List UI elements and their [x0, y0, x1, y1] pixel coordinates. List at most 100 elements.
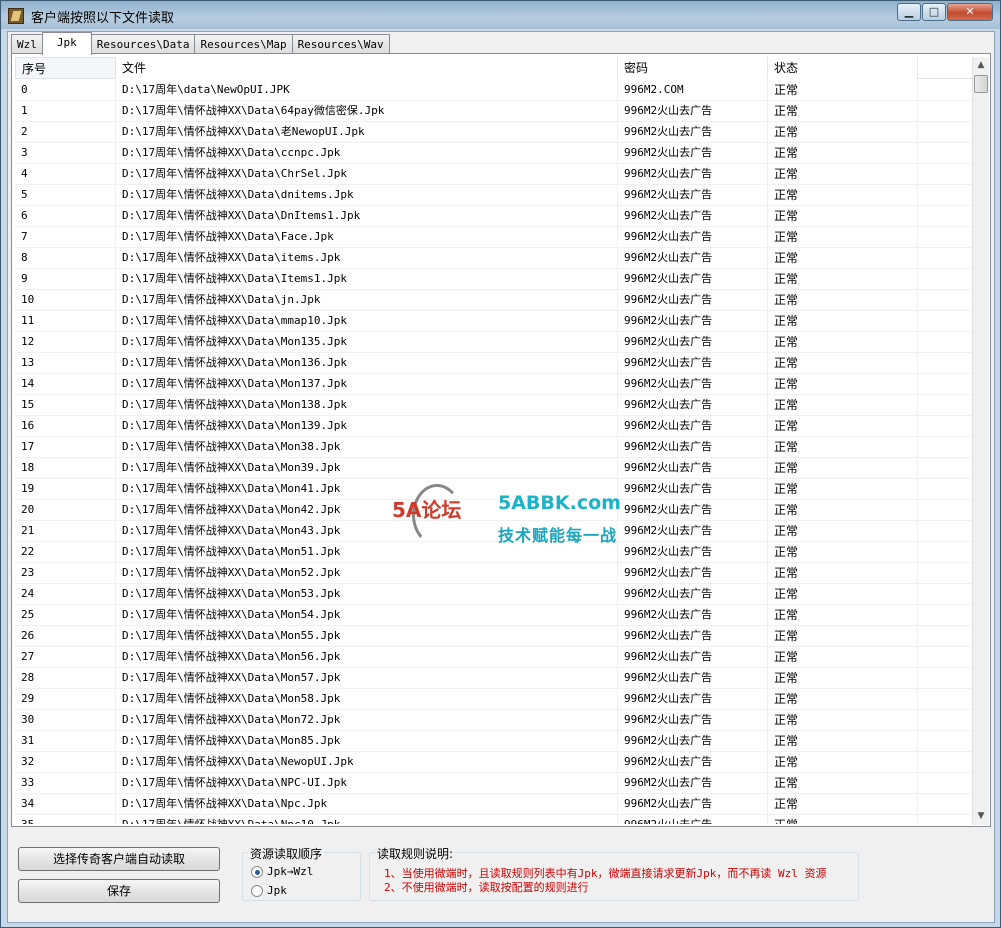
column-header-index[interactable]: 序号	[15, 57, 116, 79]
table-row[interactable]: 3 D:\17周年\情怀战神XX\Data\ccnpc.Jpk 996M2火山去广告…	[15, 143, 975, 164]
table-row[interactable]: 31 D:\17周年\情怀战神XX\Data\Mon85.Jpk 996M2火山去广…	[15, 731, 975, 752]
table-row[interactable]: 35D:\17周年\情怀战神XX\Data\Npc10.Jpk996M2火山去广…	[15, 815, 975, 824]
column-header-file[interactable]: 文件	[116, 57, 618, 79]
cell-password: 996M2火山去广告	[618, 479, 768, 500]
table-row[interactable]: 26 D:\17周年\情怀战神XX\Data\Mon55.Jpk 996M2火山去广…	[15, 626, 975, 647]
table-row[interactable]: 5 D:\17周年\情怀战神XX\Data\dnitems.Jpk 996M2火山去…	[15, 185, 975, 206]
cell-file: D:\17周年\情怀战神XX\Data\Npc10.Jpk	[116, 815, 618, 824]
radio-selected-icon[interactable]	[251, 865, 263, 878]
order-option-jpk-wzl[interactable]: Jpk→Wzl	[251, 865, 313, 878]
minimize-button[interactable]: ▁	[897, 3, 921, 21]
cell-file: D:\17周年\情怀战神XX\Data\Mon137.Jpk	[116, 374, 618, 395]
table-row[interactable]: 7 D:\17周年\情怀战神XX\Data\Face.Jpk 996M2火山去广告正…	[15, 227, 975, 248]
table-row[interactable]: 24 D:\17周年\情怀战神XX\Data\Mon53.Jpk 996M2火山去广…	[15, 584, 975, 605]
table-row[interactable]: 10 D:\17周年\情怀战神XX\Data\jn.Jpk 996M2火山去广告 正常	[15, 290, 975, 311]
cell-file: D:\17周年\情怀战神XX\Data\NewopUI.Jpk	[116, 752, 618, 773]
tab-resources-wav[interactable]: Resources\Wav	[291, 34, 390, 54]
table-row[interactable]: 2 D:\17周年\情怀战神XX\Data\老NewopUI.Jpk 996M2火山…	[15, 122, 975, 143]
column-header-status[interactable]: 状态	[768, 57, 918, 79]
cell-password: 996M2火山去广告	[618, 563, 768, 584]
auto-read-button[interactable]: 选择传奇客户端自动读取	[18, 847, 220, 871]
cell-password: 996M2火山去广告	[618, 752, 768, 773]
cell-index: 33	[15, 773, 116, 794]
table-row[interactable]: 29 D:\17周年\情怀战神XX\Data\Mon58.Jpk 996M2火山去广…	[15, 689, 975, 710]
table-row[interactable]: 30 D:\17周年\情怀战神XX\Data\Mon72.Jpk 996M2火山去广…	[15, 710, 975, 731]
table-row[interactable]: 34 D:\17周年\情怀战神XX\Data\Npc.Jpk 996M2火山去广告正…	[15, 794, 975, 815]
table-row[interactable]: 21 D:\17周年\情怀战神XX\Data\Mon43.Jpk 996M2火山去广…	[15, 521, 975, 542]
table-row[interactable]: 17 D:\17周年\情怀战神XX\Data\Mon38.Jpk 996M2火山去广…	[15, 437, 975, 458]
table-row[interactable]: 9 D:\17周年\情怀战神XX\Data\Items1.Jpk 996M2火山去广…	[15, 269, 975, 290]
table-row[interactable]: 27 D:\17周年\情怀战神XX\Data\Mon56.Jpk 996M2火山去广…	[15, 647, 975, 668]
cell-password: 996M2火山去广告	[618, 206, 768, 227]
table-row[interactable]: 4 D:\17周年\情怀战神XX\Data\ChrSel.Jpk 996M2火山去广…	[15, 164, 975, 185]
cell-status: 正常	[768, 794, 918, 815]
maximize-button[interactable]: □	[922, 3, 946, 21]
tab-resources-map[interactable]: Resources\Map	[194, 34, 293, 54]
cell-file: D:\17周年\情怀战神XX\Data\Mon42.Jpk	[116, 500, 618, 521]
table-row[interactable]: 8 D:\17周年\情怀战神XX\Data\items.Jpk 996M2火山去广告…	[15, 248, 975, 269]
table-row[interactable]: 28 D:\17周年\情怀战神XX\Data\Mon57.Jpk 996M2火山去广…	[15, 668, 975, 689]
table-row[interactable]: 33 D:\17周年\情怀战神XX\Data\NPC-UI.Jpk 996M2火山去…	[15, 773, 975, 794]
cell-password: 996M2火山去广告	[618, 416, 768, 437]
table-row[interactable]: 23 D:\17周年\情怀战神XX\Data\Mon52.Jpk 996M2火山去广…	[15, 563, 975, 584]
cell-password: 996M2火山去广告	[618, 500, 768, 521]
cell-index: 31	[15, 731, 116, 752]
cell-file: D:\17周年\情怀战神XX\Data\Mon38.Jpk	[116, 437, 618, 458]
cell-index: 2	[15, 122, 116, 143]
scroll-up-icon[interactable]: ▲	[973, 57, 989, 74]
cell-file: D:\17周年\情怀战神XX\Data\Items1.Jpk	[116, 269, 618, 290]
list-rows: 0 D:\17周年\data\NewOpUI.JPK 996M2.COM 正常 1 D:\…	[15, 80, 975, 824]
cell-file: D:\17周年\情怀战神XX\Data\Mon58.Jpk	[116, 689, 618, 710]
vertical-scrollbar[interactable]: ▲ ▼	[972, 57, 989, 825]
table-row[interactable]: 1 D:\17周年\情怀战神XX\Data\64pay微信密保.Jpk 996M2火…	[15, 101, 975, 122]
table-row[interactable]: 18 D:\17周年\情怀战神XX\Data\Mon39.Jpk 996M2火山去广…	[15, 458, 975, 479]
close-button[interactable]: ✕	[947, 3, 993, 21]
cell-password: 996M2.COM	[618, 80, 768, 101]
cell-status: 正常	[768, 458, 918, 479]
scroll-thumb[interactable]	[974, 75, 988, 93]
cell-password: 996M2火山去广告	[618, 437, 768, 458]
file-list[interactable]: 序号 文件 密码 状态 0 D:\17周年\data\NewOpUI.JPK 996…	[15, 57, 975, 824]
cell-file: D:\17周年\情怀战神XX\Data\jn.Jpk	[116, 290, 618, 311]
tab-wzl[interactable]: Wzl	[11, 34, 43, 54]
column-header-password[interactable]: 密码	[618, 57, 768, 79]
table-row[interactable]: 25 D:\17周年\情怀战神XX\Data\Mon54.Jpk 996M2火山去广…	[15, 605, 975, 626]
table-row[interactable]: 19 D:\17周年\情怀战神XX\Data\Mon41.Jpk 996M2火山去广…	[15, 479, 975, 500]
table-row[interactable]: 15 D:\17周年\情怀战神XX\Data\Mon138.Jpk 996M2火山去…	[15, 395, 975, 416]
cell-index: 27	[15, 647, 116, 668]
cell-password: 996M2火山去广告	[618, 731, 768, 752]
cell-status: 正常	[768, 542, 918, 563]
cell-index: 0	[15, 80, 116, 101]
table-row[interactable]: 11 D:\17周年\情怀战神XX\Data\mmap10.Jpk 996M2火山去…	[15, 311, 975, 332]
read-order-group: 资源读取顺序 Jpk→Wzl Jpk	[242, 845, 361, 901]
tab-resources-data[interactable]: Resources\Data	[90, 34, 196, 54]
table-row[interactable]: 13 D:\17周年\情怀战神XX\Data\Mon136.Jpk 996M2火山去…	[15, 353, 975, 374]
cell-password: 996M2火山去广告	[618, 332, 768, 353]
cell-file: D:\17周年\情怀战神XX\Data\Mon52.Jpk	[116, 563, 618, 584]
title-bar[interactable]: 客户端按照以下文件读取 ▁ □ ✕	[1, 1, 1000, 29]
cell-password: 996M2火山去广告	[618, 605, 768, 626]
cell-password: 996M2火山去广告	[618, 164, 768, 185]
scroll-down-icon[interactable]: ▼	[973, 808, 989, 825]
cell-index: 19	[15, 479, 116, 500]
table-row[interactable]: 32 D:\17周年\情怀战神XX\Data\NewopUI.Jpk 996M2火山…	[15, 752, 975, 773]
save-button[interactable]: 保存	[18, 879, 220, 903]
order-option-jpk[interactable]: Jpk	[251, 884, 287, 897]
table-row[interactable]: 20 D:\17周年\情怀战神XX\Data\Mon42.Jpk 996M2火山去广…	[15, 500, 975, 521]
cell-index: 9	[15, 269, 116, 290]
radio-unselected-icon[interactable]	[251, 884, 263, 897]
rules-title: 读取规则说明:	[375, 845, 456, 862]
table-row[interactable]: 12 D:\17周年\情怀战神XX\Data\Mon135.Jpk 996M2火山去…	[15, 332, 975, 353]
cell-status: 正常	[768, 101, 918, 122]
table-row[interactable]: 16 D:\17周年\情怀战神XX\Data\Mon139.Jpk 996M2火山去…	[15, 416, 975, 437]
cell-status: 正常	[768, 353, 918, 374]
cell-file: D:\17周年\情怀战神XX\Data\Mon54.Jpk	[116, 605, 618, 626]
tab-jpk[interactable]: Jpk	[41, 32, 92, 55]
table-row[interactable]: 14 D:\17周年\情怀战神XX\Data\Mon137.Jpk 996M2火山去…	[15, 374, 975, 395]
main-window: 客户端按照以下文件读取 ▁ □ ✕ Wzl Jpk Resources\Data…	[0, 0, 1001, 928]
cell-status: 正常	[768, 227, 918, 248]
cell-password: 996M2火山去广告	[618, 395, 768, 416]
table-row[interactable]: 6 D:\17周年\情怀战神XX\Data\DnItems1.Jpk 996M2火山…	[15, 206, 975, 227]
table-row[interactable]: 0 D:\17周年\data\NewOpUI.JPK 996M2.COM 正常	[15, 80, 975, 101]
table-row[interactable]: 22 D:\17周年\情怀战神XX\Data\Mon51.Jpk 996M2火山去广…	[15, 542, 975, 563]
